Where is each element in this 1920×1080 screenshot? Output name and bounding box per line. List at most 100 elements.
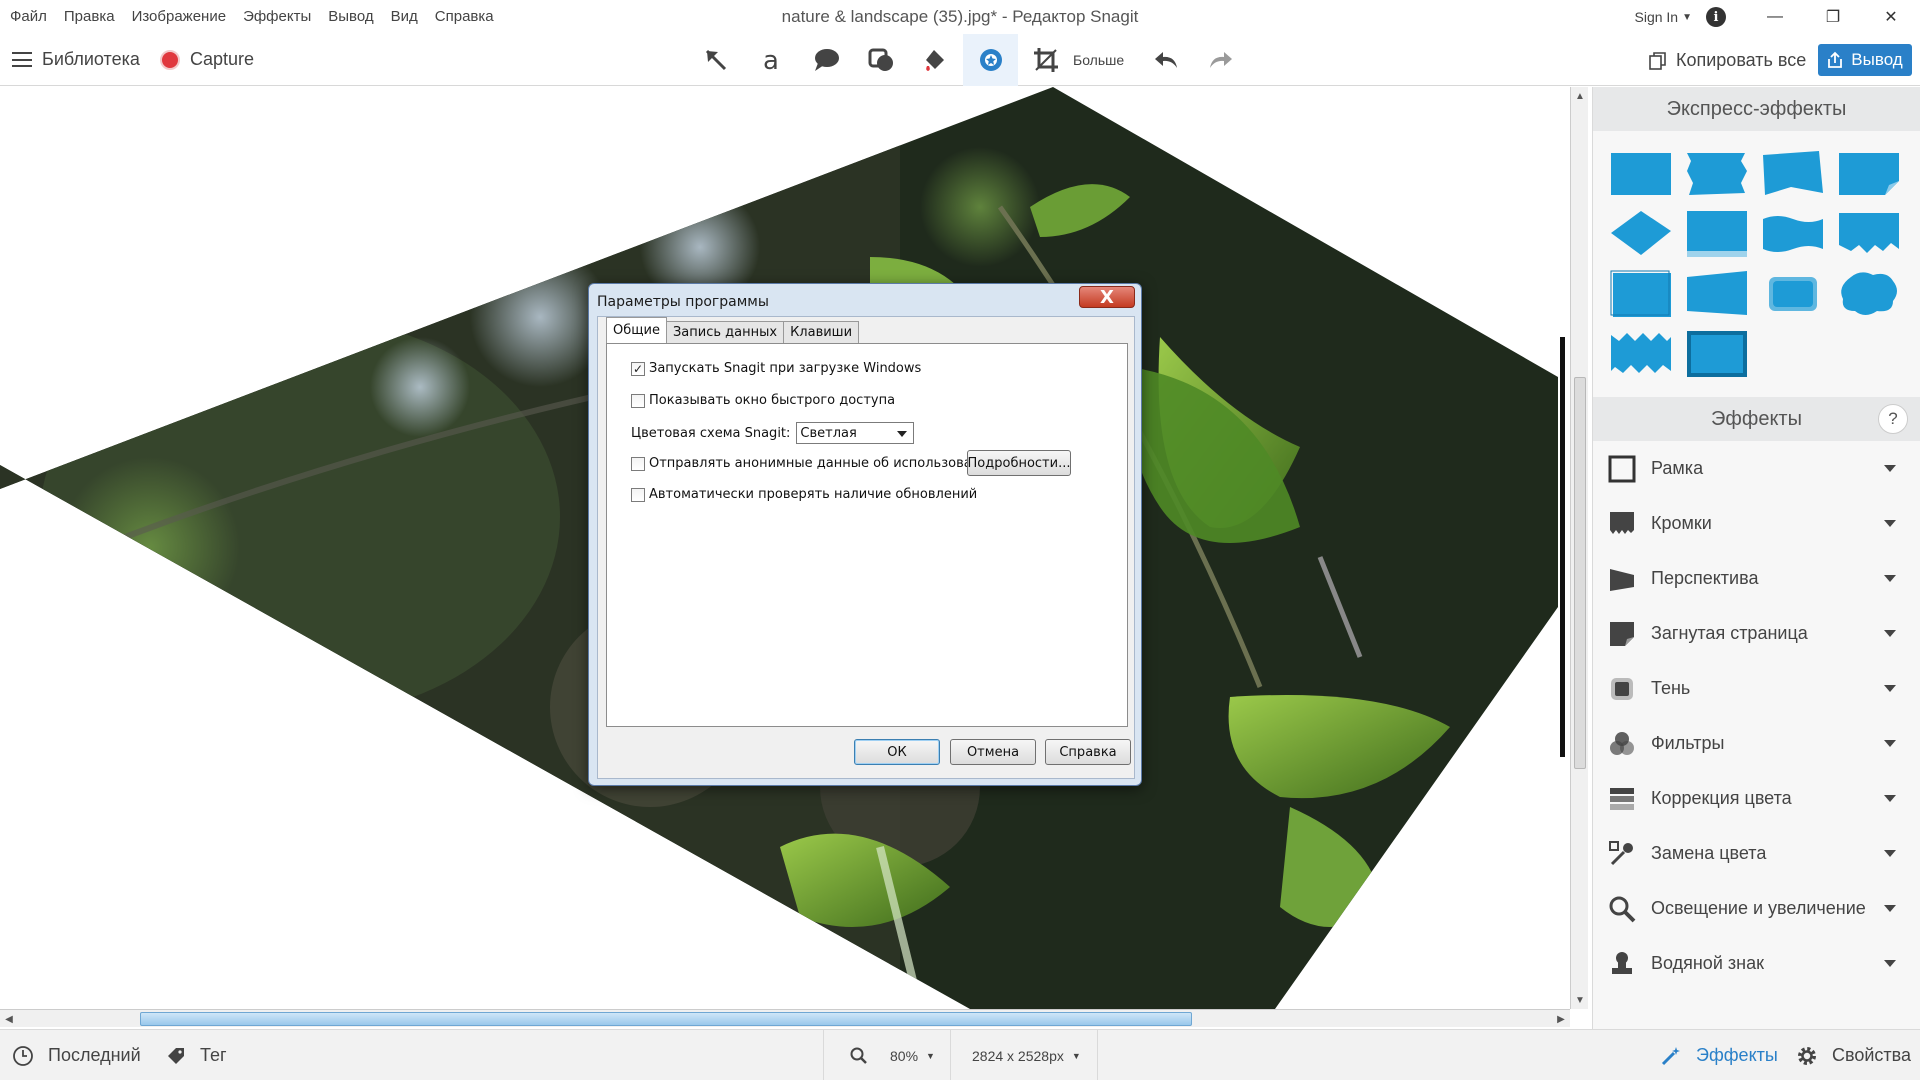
horizontal-scroll-thumb[interactable]: [140, 1012, 1192, 1026]
undo-icon: [1154, 52, 1177, 68]
callout-tool[interactable]: [798, 34, 853, 86]
effect-color-replace[interactable]: Замена цвета: [1593, 826, 1920, 881]
sign-in-button[interactable]: Sign In ▼: [1635, 9, 1693, 25]
scroll-right-icon[interactable]: ▶: [1552, 1010, 1570, 1028]
color-scheme-select[interactable]: Светлая: [796, 422, 915, 444]
anonymous-data-option: Отправлять анонимные данные об использов…: [631, 456, 997, 471]
menu-effects[interactable]: Эффекты: [243, 8, 311, 25]
details-button[interactable]: Подробности...: [967, 450, 1071, 476]
quick-style-item[interactable]: [1761, 149, 1825, 199]
quick-style-item[interactable]: [1609, 329, 1673, 379]
scroll-left-icon[interactable]: ◀: [0, 1010, 18, 1028]
auto-update-option: Автоматически проверять наличие обновлен…: [631, 487, 977, 502]
crop-tool[interactable]: [1018, 34, 1073, 86]
dialog-body: Общие Запись данных Клавиши ✓ Запускать …: [597, 316, 1135, 779]
watermark-icon: [1607, 949, 1637, 979]
program-settings-dialog: Параметры программы X Общие Запись данны…: [588, 283, 1142, 786]
tag-button[interactable]: Тег: [166, 1030, 227, 1080]
quick-access-label: Показывать окно быстрого доступа: [649, 393, 896, 408]
tab-general[interactable]: Общие: [606, 317, 667, 343]
menu-edit[interactable]: Правка: [64, 8, 115, 25]
info-icon[interactable]: i: [1706, 7, 1726, 27]
scroll-up-icon[interactable]: ▲: [1571, 87, 1589, 105]
chevron-down-icon: ▼: [926, 1050, 935, 1061]
menu-view[interactable]: Вид: [391, 8, 418, 25]
fill-tool[interactable]: [908, 34, 963, 86]
quick-access-checkbox[interactable]: [631, 393, 645, 408]
restore-button[interactable]: ❐: [1804, 0, 1862, 34]
effect-shadow[interactable]: Тень: [1593, 661, 1920, 716]
arrow-tool[interactable]: [688, 34, 743, 86]
menu-help[interactable]: Справка: [435, 8, 494, 25]
effect-watermark[interactable]: Водяной знак: [1593, 936, 1920, 991]
cancel-button[interactable]: Отмена: [950, 739, 1036, 765]
startup-checkbox[interactable]: ✓: [631, 361, 645, 376]
tab-hotkeys[interactable]: Клавиши: [783, 321, 860, 343]
effect-color-adjust[interactable]: Коррекция цвета: [1593, 771, 1920, 826]
effects-header: Эффекты ?: [1593, 397, 1920, 441]
image-size-dropdown[interactable]: 2824 x 2528px ▼: [972, 1030, 1081, 1080]
close-window-button[interactable]: ✕: [1862, 0, 1920, 34]
scroll-down-icon[interactable]: ▼: [1571, 991, 1589, 1009]
library-button[interactable]: Библиотека: [12, 49, 140, 70]
caret-down-icon: [1884, 630, 1896, 637]
capture-button[interactable]: Capture: [160, 49, 254, 70]
text-tool[interactable]: a: [743, 34, 798, 86]
properties-tab-button[interactable]: Свойства: [1796, 1030, 1911, 1080]
quick-style-item[interactable]: [1609, 209, 1673, 259]
menu-output[interactable]: Вывод: [328, 8, 373, 25]
hamburger-icon: [12, 52, 32, 67]
color-replace-icon: [1607, 839, 1637, 869]
effect-border[interactable]: Рамка: [1593, 441, 1920, 496]
filters-icon: [1607, 729, 1637, 759]
quick-style-item[interactable]: [1685, 149, 1749, 199]
quick-style-item[interactable]: [1837, 269, 1901, 319]
output-button[interactable]: Вывод: [1818, 44, 1912, 76]
toolbar: Библиотека Capture a Больше Копировать в…: [0, 34, 1920, 86]
redo-button[interactable]: [1193, 34, 1248, 86]
menu-file[interactable]: Файл: [10, 8, 47, 25]
vertical-scrollbar[interactable]: ▲ ▼: [1570, 87, 1588, 1009]
dialog-close-button[interactable]: X: [1079, 286, 1135, 308]
window-controls: Sign In ▼ i — ❐ ✕: [1635, 0, 1920, 34]
stamp-tool[interactable]: [963, 34, 1018, 86]
quick-style-item[interactable]: [1609, 149, 1673, 199]
shape-tool[interactable]: [853, 34, 908, 86]
quick-style-item[interactable]: [1761, 209, 1825, 259]
ok-button[interactable]: ОК: [854, 739, 940, 765]
quick-style-item[interactable]: [1761, 269, 1825, 319]
tag-label: Тег: [200, 1045, 227, 1065]
more-tools-button[interactable]: Больше: [1073, 52, 1124, 68]
quick-style-item[interactable]: [1685, 329, 1749, 379]
quick-style-item[interactable]: [1837, 149, 1901, 199]
zoom-search-button[interactable]: [850, 1030, 868, 1080]
horizontal-scrollbar[interactable]: ◀ ▶: [0, 1009, 1570, 1027]
effect-page-curl[interactable]: Загнутая страница: [1593, 606, 1920, 661]
effect-edges[interactable]: Кромки: [1593, 496, 1920, 551]
help-button[interactable]: Справка: [1045, 739, 1131, 765]
effect-label: Фильтры: [1651, 733, 1725, 753]
caret-down-icon: [1884, 520, 1896, 527]
auto-update-checkbox[interactable]: [631, 487, 645, 502]
effect-filters[interactable]: Фильтры: [1593, 716, 1920, 771]
effect-perspective[interactable]: Перспектива: [1593, 551, 1920, 606]
quick-style-item[interactable]: [1837, 209, 1901, 259]
effect-spotlight-magnify[interactable]: Освещение и увеличение: [1593, 881, 1920, 936]
tab-recording[interactable]: Запись данных: [665, 321, 785, 343]
zoom-value: 80%: [890, 1047, 919, 1064]
help-icon[interactable]: ?: [1878, 404, 1908, 434]
menu-image[interactable]: Изображение: [132, 8, 227, 25]
undo-button[interactable]: [1138, 34, 1193, 86]
copy-all-button[interactable]: Копировать все: [1648, 50, 1806, 71]
minimize-button[interactable]: —: [1746, 0, 1804, 34]
quick-style-item[interactable]: [1609, 269, 1673, 319]
anonymous-data-checkbox[interactable]: [631, 456, 645, 471]
zoom-dropdown[interactable]: 80% ▼: [890, 1030, 935, 1080]
recent-button[interactable]: Последний: [12, 1030, 141, 1080]
anonymous-data-label: Отправлять анонимные данные об использов…: [649, 456, 998, 471]
vertical-scroll-thumb[interactable]: [1574, 377, 1586, 769]
quick-style-item[interactable]: [1685, 209, 1749, 259]
effects-tab-label: Эффекты: [1696, 1045, 1778, 1065]
effects-tab-button[interactable]: Эффекты: [1660, 1030, 1778, 1080]
quick-style-item[interactable]: [1685, 269, 1749, 319]
